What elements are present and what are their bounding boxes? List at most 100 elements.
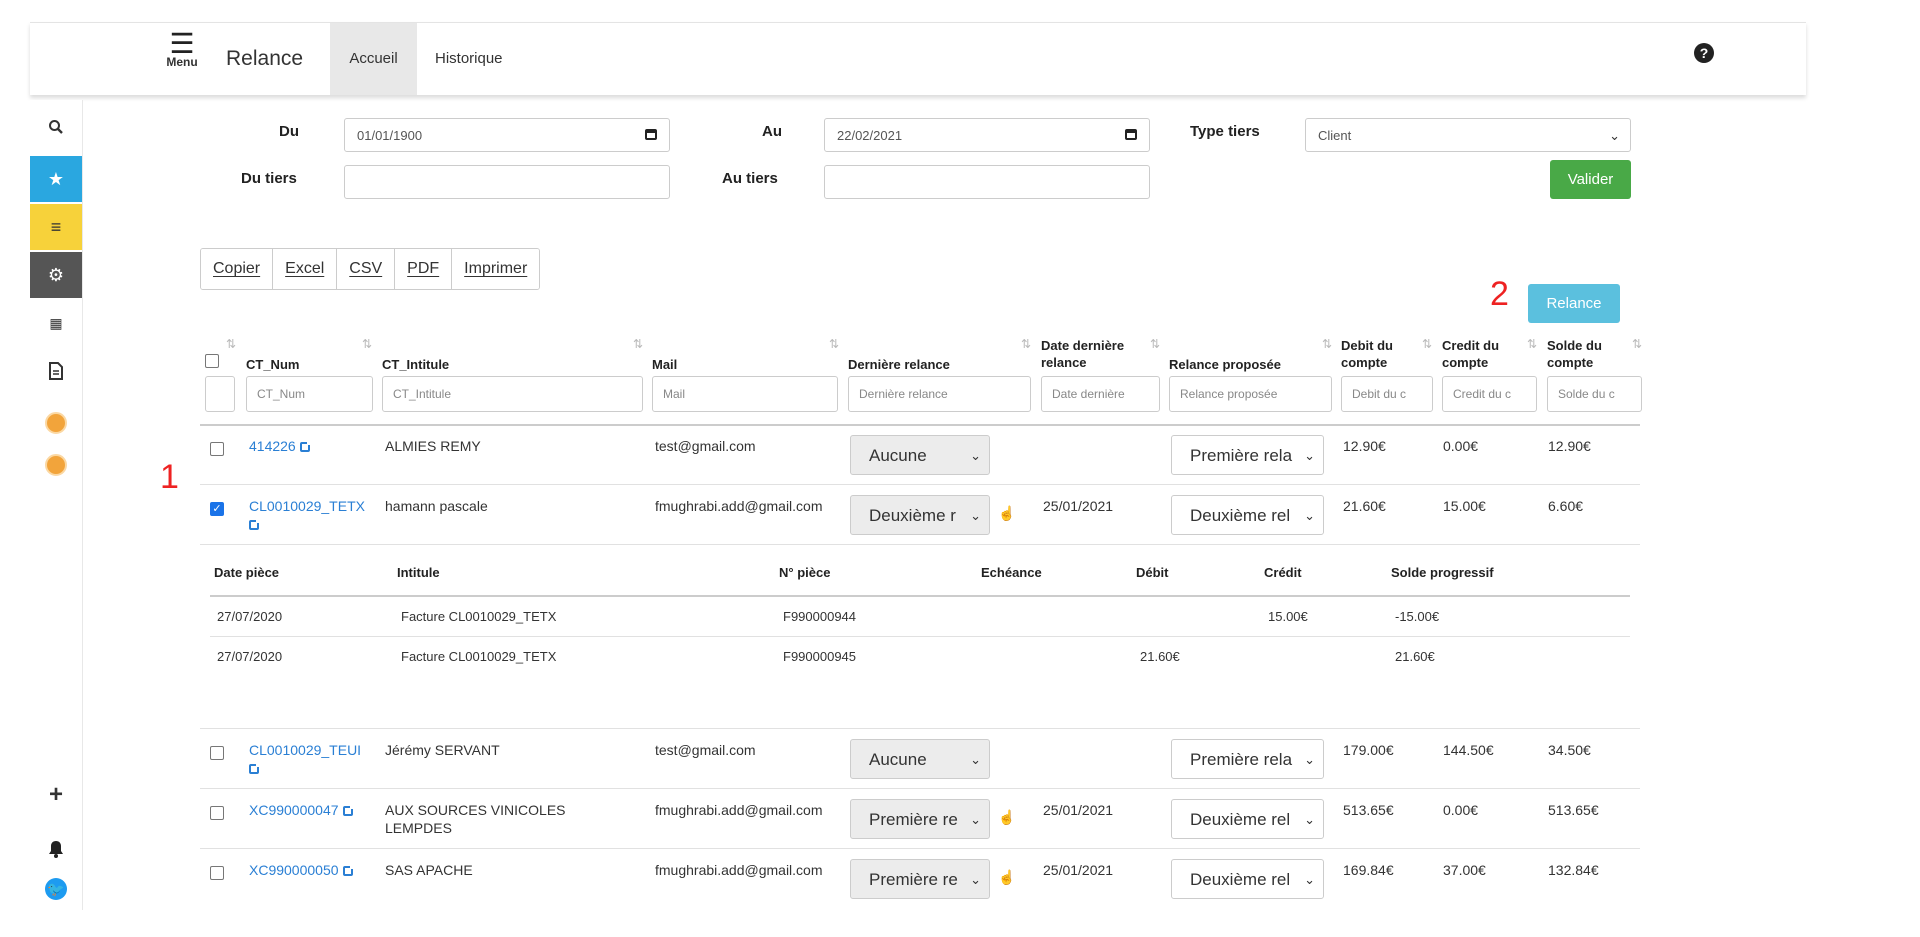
row-checkbox[interactable]: ✓ bbox=[210, 502, 224, 516]
row-divider bbox=[200, 728, 1640, 729]
derniere-relance-select[interactable]: Deuxième r ⌄ bbox=[850, 495, 990, 535]
ct-num-link[interactable]: CL0010029_TETX bbox=[249, 497, 374, 533]
filter-solde[interactable]: Solde du c bbox=[1547, 376, 1642, 412]
top-bar: ☰ Menu Relance Accueil Historique ? bbox=[30, 22, 1806, 95]
filter-credit[interactable]: Credit du c bbox=[1442, 376, 1537, 412]
external-link-icon[interactable] bbox=[249, 518, 261, 530]
external-link-icon[interactable] bbox=[299, 440, 312, 452]
du-date-input[interactable]: 01/01/1900 bbox=[344, 118, 670, 152]
star-icon[interactable]: ★ bbox=[30, 156, 82, 202]
header-derniere-relance[interactable]: Dernière relance bbox=[848, 356, 950, 373]
export-button-group: Copier Excel CSV PDF Imprimer bbox=[200, 248, 541, 290]
filter-relance-proposee[interactable]: Relance proposée bbox=[1169, 376, 1332, 412]
orb-icon[interactable] bbox=[30, 400, 82, 446]
derniere-relance-select[interactable]: Aucune ⌄ bbox=[850, 739, 990, 779]
sort-icon[interactable]: ⇅ bbox=[829, 337, 839, 351]
header-date-derniere[interactable]: Date dernière relance bbox=[1041, 337, 1124, 371]
debit: 21.60€ bbox=[1343, 498, 1386, 514]
header-relance-proposee[interactable]: Relance proposée bbox=[1169, 356, 1281, 373]
header-credit[interactable]: Credit du compte bbox=[1442, 337, 1499, 371]
filter-mail[interactable]: Mail bbox=[652, 376, 838, 412]
ct-num-link[interactable]: XC990000050 bbox=[249, 861, 355, 879]
relance-proposee-select[interactable]: Deuxième rel ⌄ bbox=[1171, 859, 1324, 899]
relance-proposee-select[interactable]: Deuxième rel ⌄ bbox=[1171, 495, 1324, 535]
external-link-icon[interactable] bbox=[342, 864, 355, 876]
imprimer-button[interactable]: Imprimer bbox=[452, 249, 540, 289]
filter-date-derniere[interactable]: Date dernière bbox=[1041, 376, 1160, 412]
relance-proposee-select[interactable]: Première rela ⌄ bbox=[1171, 739, 1324, 779]
grid-icon[interactable]: ▦ bbox=[30, 300, 82, 346]
sort-icon[interactable]: ⇅ bbox=[633, 337, 643, 351]
filter-ct-intitule[interactable]: CT_Intitule bbox=[382, 376, 643, 412]
plus-icon[interactable]: + bbox=[30, 772, 82, 818]
header-ct-intitule[interactable]: CT_Intitule bbox=[382, 356, 449, 373]
ct-num-link[interactable]: XC990000047 bbox=[249, 801, 355, 819]
detail-date: 27/07/2020 bbox=[217, 609, 283, 624]
chevron-down-icon: ⌄ bbox=[1304, 872, 1315, 887]
help-icon[interactable]: ? bbox=[1694, 43, 1714, 63]
sort-icon[interactable]: ⇅ bbox=[1150, 337, 1160, 351]
row-checkbox[interactable] bbox=[210, 442, 224, 456]
list-icon[interactable]: ≡ bbox=[30, 204, 82, 250]
sort-icon[interactable]: ⇅ bbox=[1322, 337, 1332, 351]
sort-icon[interactable]: ⇅ bbox=[1632, 337, 1642, 351]
filter-ct-num[interactable]: CT_Num bbox=[246, 376, 373, 412]
sort-icon[interactable]: ⇅ bbox=[1527, 337, 1537, 351]
excel-button[interactable]: Excel bbox=[273, 249, 338, 289]
tab-accueil[interactable]: Accueil bbox=[330, 23, 417, 95]
sort-icon[interactable]: ⇅ bbox=[1422, 337, 1432, 351]
csv-button[interactable]: CSV bbox=[337, 249, 396, 289]
document-icon[interactable] bbox=[30, 348, 82, 394]
pdf-button[interactable]: PDF bbox=[395, 249, 453, 289]
filter-derniere-relance[interactable]: Dernière relance bbox=[848, 376, 1031, 412]
external-link-icon[interactable] bbox=[342, 804, 355, 816]
select-filter-box[interactable] bbox=[205, 376, 235, 412]
header-debit[interactable]: Debit du compte bbox=[1341, 337, 1393, 371]
hand-icon[interactable]: ☝ bbox=[998, 505, 1015, 522]
chevron-down-icon: ⌄ bbox=[970, 752, 981, 767]
sort-icon[interactable]: ⇅ bbox=[226, 337, 236, 351]
type-tiers-select[interactable]: Client ⌄ bbox=[1305, 118, 1631, 152]
credit: 0.00€ bbox=[1443, 802, 1479, 818]
au-tiers-input[interactable] bbox=[824, 165, 1150, 199]
copier-button[interactable]: Copier bbox=[201, 249, 274, 289]
gear-icon[interactable]: ⚙ bbox=[30, 252, 82, 298]
hand-icon[interactable]: ☝ bbox=[998, 809, 1015, 826]
relance-button[interactable]: Relance bbox=[1528, 284, 1620, 323]
solde: 34.50€ bbox=[1548, 742, 1591, 758]
solde: 6.60€ bbox=[1548, 498, 1584, 514]
ct-num-link[interactable]: CL0010029_TEUI bbox=[249, 741, 374, 777]
select-all-checkbox[interactable] bbox=[205, 354, 219, 368]
derniere-relance-select[interactable]: Première re ⌄ bbox=[850, 799, 990, 839]
hand-icon[interactable]: ☝ bbox=[998, 869, 1015, 886]
au-date-input[interactable]: 22/02/2021 bbox=[824, 118, 1150, 152]
row-checkbox[interactable] bbox=[210, 866, 224, 880]
sort-icon[interactable]: ⇅ bbox=[362, 337, 372, 351]
derniere-relance-select[interactable]: Aucune ⌄ bbox=[850, 435, 990, 475]
mail: test@gmail.com bbox=[655, 742, 756, 758]
calendar-icon[interactable] bbox=[1125, 129, 1137, 140]
ct-num-link[interactable]: 414226 bbox=[249, 437, 312, 455]
du-tiers-label: Du tiers bbox=[241, 170, 297, 187]
calendar-icon[interactable] bbox=[645, 129, 657, 140]
header-mail[interactable]: Mail bbox=[652, 356, 677, 373]
twitter-icon[interactable]: 🐦 bbox=[30, 866, 82, 912]
du-tiers-input[interactable] bbox=[344, 165, 670, 199]
row-checkbox[interactable] bbox=[210, 806, 224, 820]
orb-icon[interactable] bbox=[30, 442, 82, 488]
valider-button[interactable]: Valider bbox=[1550, 160, 1631, 199]
tab-historique[interactable]: Historique bbox=[435, 23, 503, 95]
search-icon[interactable] bbox=[30, 104, 82, 150]
relance-proposee-select[interactable]: Première rela ⌄ bbox=[1171, 435, 1324, 475]
row-checkbox[interactable] bbox=[210, 746, 224, 760]
external-link-icon[interactable] bbox=[249, 762, 261, 774]
menu-button[interactable]: ☰ Menu bbox=[146, 30, 218, 70]
chevron-down-icon: ⌄ bbox=[970, 812, 981, 827]
header-ct-num[interactable]: CT_Num bbox=[246, 356, 299, 373]
filter-debit[interactable]: Debit du c bbox=[1341, 376, 1433, 412]
derniere-relance-select[interactable]: Première re ⌄ bbox=[850, 859, 990, 899]
detail-date: 27/07/2020 bbox=[217, 649, 283, 664]
relance-proposee-select[interactable]: Deuxième rel ⌄ bbox=[1171, 799, 1324, 839]
header-solde[interactable]: Solde du compte bbox=[1547, 337, 1602, 371]
sort-icon[interactable]: ⇅ bbox=[1021, 337, 1031, 351]
